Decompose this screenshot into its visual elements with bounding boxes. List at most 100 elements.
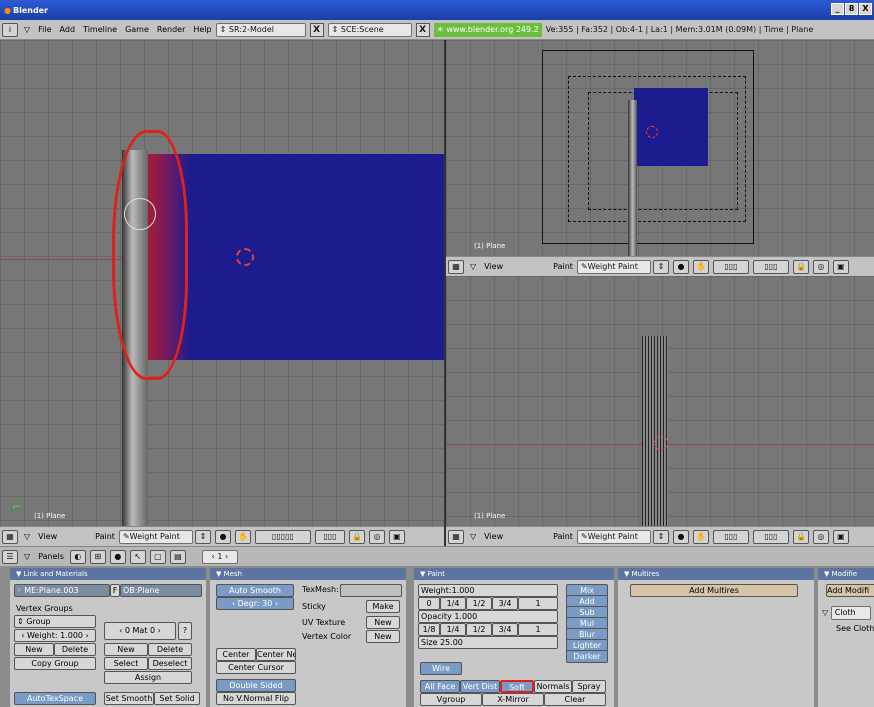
panels-menu[interactable]: Panels [38, 552, 64, 561]
mesh-name-field[interactable]: ◦ ME:Plane.003 [14, 584, 110, 597]
opacity-1-button[interactable]: 1 [518, 623, 558, 636]
collapse-icon[interactable]: ▽ [24, 532, 30, 541]
mode-dropdown-icon[interactable]: ⇕ [194, 529, 211, 544]
wire-toggle[interactable]: Wire [420, 662, 462, 675]
panel-title[interactable]: ▼ Mesh [210, 568, 406, 580]
weight-field[interactable]: ‹ Weight: 1.000 › [14, 629, 96, 642]
panel-title[interactable]: ▼ Modifie [818, 568, 874, 580]
view-type-icon[interactable]: ▦ [448, 259, 464, 274]
view-type-icon[interactable]: ▦ [2, 529, 18, 544]
cloth-modifier-header[interactable]: ▽ Cloth [822, 606, 871, 620]
opacity-half-button[interactable]: 1/2 [466, 623, 492, 636]
material-delete-button[interactable]: Delete [148, 643, 192, 656]
vert-dist-toggle[interactable]: Vert Dist [460, 680, 500, 693]
weight-quarter-button[interactable]: 1/4 [440, 597, 466, 610]
layer-buttons-2[interactable]: ▯▯▯ [314, 529, 345, 544]
object-name-field[interactable]: OB:Plane [120, 584, 202, 597]
group-selector[interactable]: ⇕ Group [14, 615, 96, 628]
view-menu[interactable]: View [484, 262, 503, 271]
panel-title[interactable]: ▼ Multires [618, 568, 814, 580]
manipulator-icon[interactable]: ✋ [692, 529, 709, 544]
menu-render[interactable]: Render [157, 25, 185, 34]
material-help-button[interactable]: ? [178, 622, 192, 640]
layer-buttons[interactable]: ▯▯▯ [712, 259, 749, 274]
uv-texture-new-button[interactable]: New [366, 616, 400, 629]
minimize-button[interactable]: _ [831, 3, 844, 15]
render-icon[interactable]: ▣ [832, 529, 849, 544]
panel-title[interactable]: ▼ Link and Materials [10, 568, 206, 580]
paint-mode-selector[interactable]: ✎Weight Paint [118, 529, 193, 544]
delete-scene-button[interactable]: X [415, 22, 430, 37]
autotexspace-toggle[interactable]: AutoTexSpace [14, 692, 96, 705]
opacity-slider[interactable]: Opacity 1.000 [418, 610, 558, 623]
manipulator-icon[interactable]: ✋ [692, 259, 709, 274]
editing-context-icon[interactable]: ▢ [149, 549, 166, 564]
material-new-button[interactable]: New [104, 643, 148, 656]
view-menu[interactable]: View [484, 532, 503, 541]
size-slider[interactable]: Size 25.00 [418, 636, 558, 649]
opacity-eighth-button[interactable]: 1/8 [418, 623, 440, 636]
frame-field[interactable]: ‹ 1 › [201, 549, 238, 564]
object-context-icon[interactable]: ↖ [129, 549, 146, 564]
menu-game[interactable]: Game [125, 25, 149, 34]
viewport-bottom-right[interactable]: (1) Plane [446, 276, 874, 526]
add-multires-button[interactable]: Add Multires [630, 584, 798, 597]
collapse-icon[interactable]: ▽ [470, 532, 476, 541]
layer-buttons[interactable]: ▯▯▯▯▯ [254, 529, 311, 544]
auto-smooth-toggle[interactable]: Auto Smooth [216, 584, 294, 597]
lock-icon[interactable]: 🔒 [792, 529, 809, 544]
soft-toggle[interactable]: Soft [500, 680, 534, 693]
collapse-icon[interactable]: ▽ [24, 25, 30, 34]
center-button[interactable]: Center [216, 648, 256, 661]
add-modifier-button[interactable]: Add Modifi [826, 584, 874, 597]
script-icon[interactable]: ⊞ [89, 549, 106, 564]
viewport-left[interactable]: ⌐ (1) Plane [0, 40, 444, 526]
opacity-quarter-button[interactable]: 1/4 [440, 623, 466, 636]
sticky-make-button[interactable]: Make [366, 600, 400, 613]
delete-screen-button[interactable]: X [309, 22, 324, 37]
collapse-icon[interactable]: ▽ [24, 552, 30, 561]
center-new-button[interactable]: Center New [256, 648, 296, 661]
material-index-field[interactable]: ‹ 0 Mat 0 › [104, 622, 176, 640]
blender-url[interactable]: ☀ www.blender.org 249.2 [433, 22, 542, 37]
ogl-render-icon[interactable]: ◎ [368, 529, 385, 544]
shading-icon[interactable]: ● [672, 529, 689, 544]
degree-field[interactable]: ‹ Degr: 30 › [216, 597, 294, 610]
mode-darker[interactable]: Darker [566, 650, 608, 663]
spray-toggle[interactable]: Spray [572, 680, 606, 693]
menu-add[interactable]: Add [60, 25, 76, 34]
viewport-top-right[interactable]: (1) Plane [446, 40, 874, 256]
shading-context-icon[interactable]: ● [109, 549, 126, 564]
group-new-button[interactable]: New [14, 643, 54, 656]
menu-file[interactable]: File [38, 25, 51, 34]
double-sided-toggle[interactable]: Double Sided [216, 679, 296, 692]
all-face-toggle[interactable]: All Face [420, 680, 460, 693]
set-smooth-button[interactable]: Set Smooth [104, 692, 154, 705]
render-icon[interactable]: ▣ [832, 259, 849, 274]
material-select-button[interactable]: Select [104, 657, 148, 670]
scene-selector[interactable]: ⇕ SCE:Scene [327, 22, 412, 37]
vgroup-toggle[interactable]: Vgroup [420, 693, 482, 706]
maximize-button[interactable]: 8 [845, 3, 858, 15]
logic-icon[interactable]: ◐ [69, 549, 86, 564]
paint-mode-selector[interactable]: ✎Weight Paint [576, 259, 651, 274]
editor-type-icon[interactable]: ☰ [2, 549, 18, 564]
lock-icon[interactable]: 🔒 [348, 529, 365, 544]
texmesh-field[interactable] [340, 584, 402, 597]
viewport-divider[interactable] [444, 40, 446, 546]
weight-1-button[interactable]: 1 [518, 597, 558, 610]
manipulator-icon[interactable]: ✋ [234, 529, 251, 544]
menu-help[interactable]: Help [193, 25, 211, 34]
layer-buttons[interactable]: ▯▯▯ [712, 529, 749, 544]
3d-cursor-icon[interactable] [236, 248, 254, 266]
render-icon[interactable]: ▣ [388, 529, 405, 544]
fake-user-button[interactable]: F [110, 584, 120, 597]
opacity-three-quarter-button[interactable]: 3/4 [492, 623, 518, 636]
weight-0-button[interactable]: 0 [418, 597, 440, 610]
layer-buttons-2[interactable]: ▯▯▯ [752, 529, 789, 544]
weight-slider[interactable]: Weight:1.000 [418, 584, 558, 597]
clear-button[interactable]: Clear [544, 693, 606, 706]
mode-dropdown-icon[interactable]: ⇕ [652, 259, 669, 274]
screen-selector[interactable]: ⇕ SR:2-Model [215, 22, 306, 37]
menu-timeline[interactable]: Timeline [83, 25, 117, 34]
